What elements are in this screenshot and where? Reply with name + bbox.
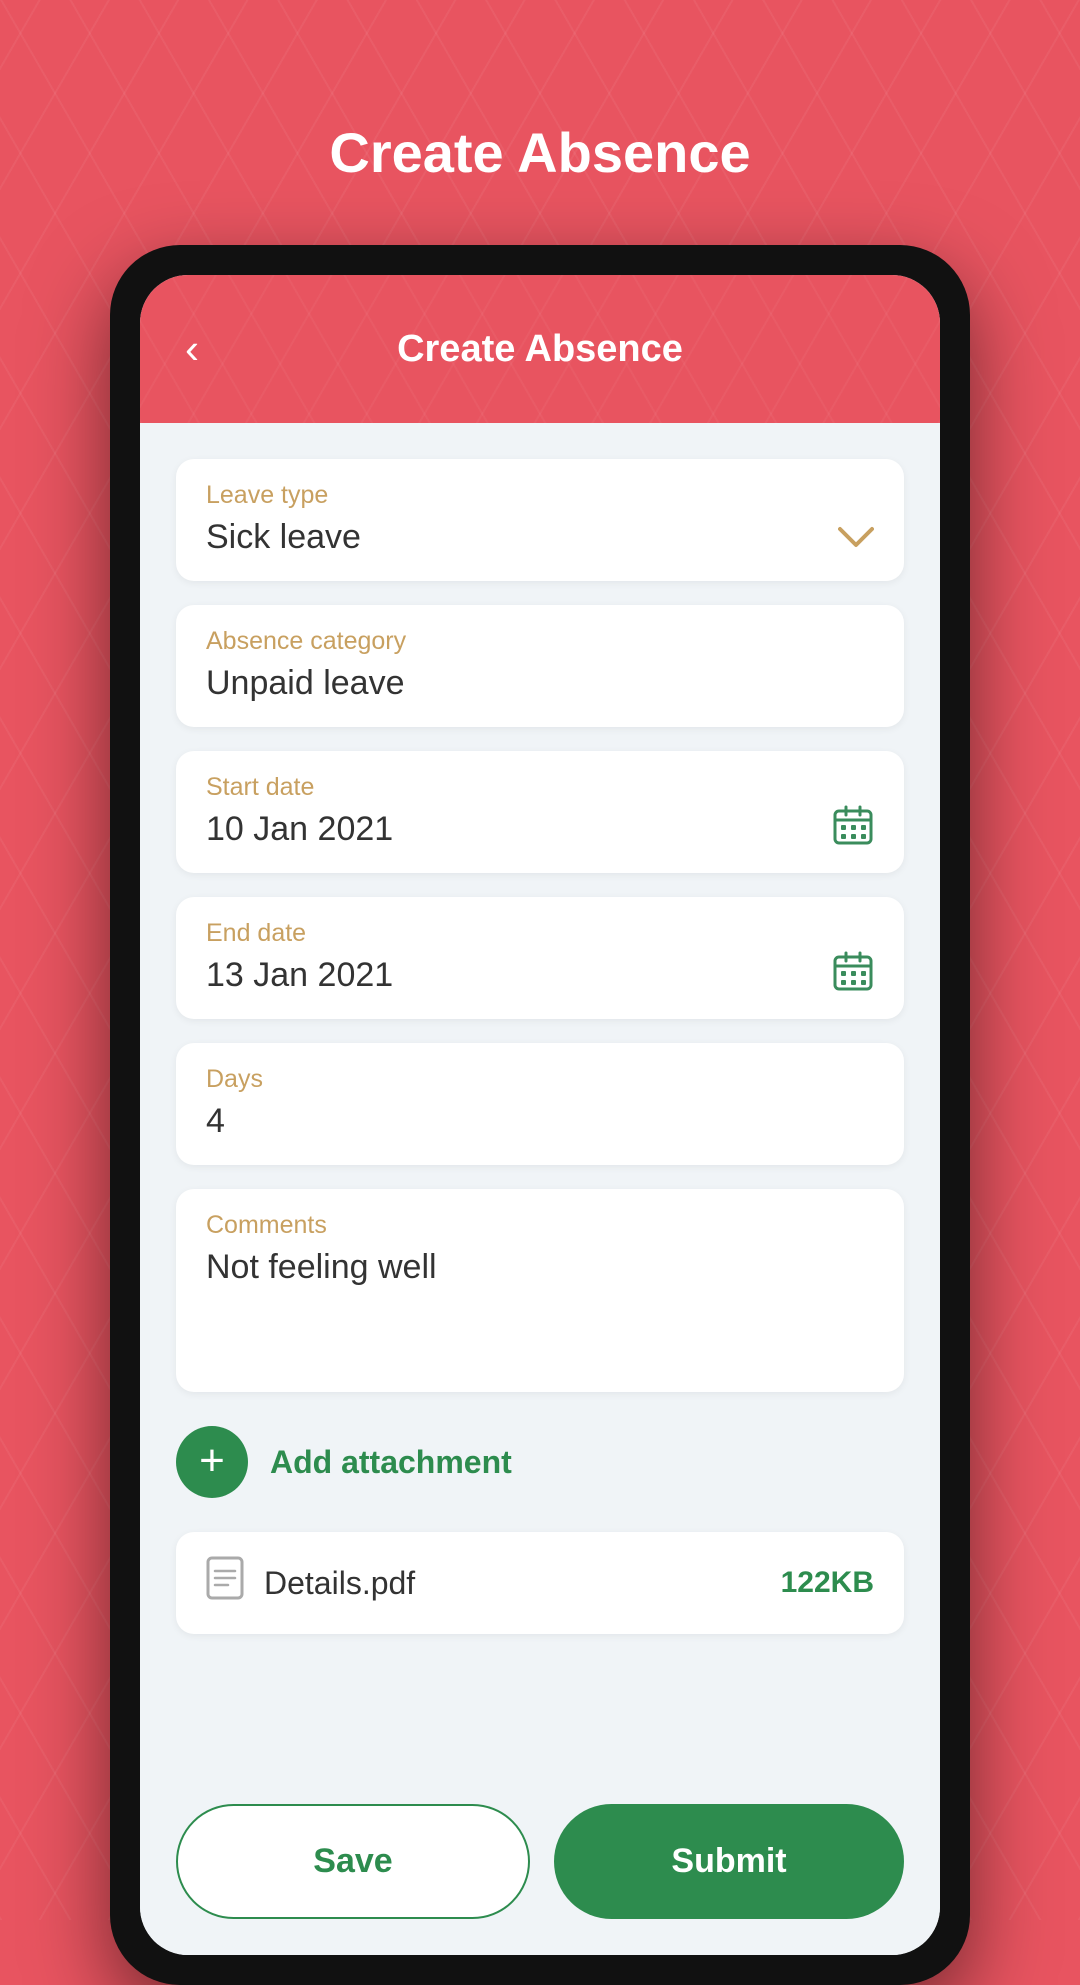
leave-type-field[interactable]: Leave type Sick leave [176, 459, 904, 581]
days-label: Days [206, 1065, 874, 1094]
end-date-value: 13 Jan 2021 [206, 956, 874, 995]
start-date-value: 10 Jan 2021 [206, 810, 874, 849]
back-button[interactable]: ‹ [180, 323, 214, 375]
add-attachment-label: Add attachment [270, 1444, 512, 1481]
leave-type-value: Sick leave [206, 518, 874, 557]
file-name: Details.pdf [264, 1565, 761, 1602]
form-area: Leave type Sick leave Absence category U… [140, 423, 940, 1774]
start-date-label: Start date [206, 773, 874, 802]
app-header: ‹ Create Absence [140, 275, 940, 423]
absence-category-label: Absence category [206, 627, 874, 656]
calendar-icon-end[interactable] [832, 950, 874, 997]
phone-frame: ‹ Create Absence Leave type Sick leave A… [110, 245, 970, 1985]
days-field[interactable]: Days 4 [176, 1043, 904, 1165]
start-date-field[interactable]: Start date 10 Jan 2021 [176, 751, 904, 873]
comments-field[interactable]: Comments Not feeling well [176, 1189, 904, 1392]
file-size: 122KB [781, 1566, 874, 1600]
save-button[interactable]: Save [176, 1804, 530, 1919]
leave-type-label: Leave type [206, 481, 874, 510]
absence-category-value: Unpaid leave [206, 664, 874, 703]
bottom-buttons: Save Submit [140, 1774, 940, 1955]
days-value: 4 [206, 1102, 874, 1141]
chevron-down-icon [838, 523, 874, 557]
end-date-label: End date [206, 919, 874, 948]
add-attachment-button[interactable]: + [176, 1426, 248, 1498]
add-attachment-row: + Add attachment [176, 1416, 904, 1508]
end-date-field[interactable]: End date 13 Jan 2021 [176, 897, 904, 1019]
page-title: Create Absence [329, 120, 750, 185]
comments-label: Comments [206, 1211, 874, 1240]
header-title: Create Absence [397, 328, 683, 371]
phone-screen: ‹ Create Absence Leave type Sick leave A… [140, 275, 940, 1955]
comments-value: Not feeling well [206, 1248, 874, 1368]
file-attachment[interactable]: Details.pdf 122KB [176, 1532, 904, 1634]
absence-category-field[interactable]: Absence category Unpaid leave [176, 605, 904, 727]
plus-icon: + [199, 1439, 225, 1483]
submit-button[interactable]: Submit [554, 1804, 904, 1919]
calendar-icon[interactable] [832, 804, 874, 851]
file-document-icon [206, 1556, 244, 1610]
